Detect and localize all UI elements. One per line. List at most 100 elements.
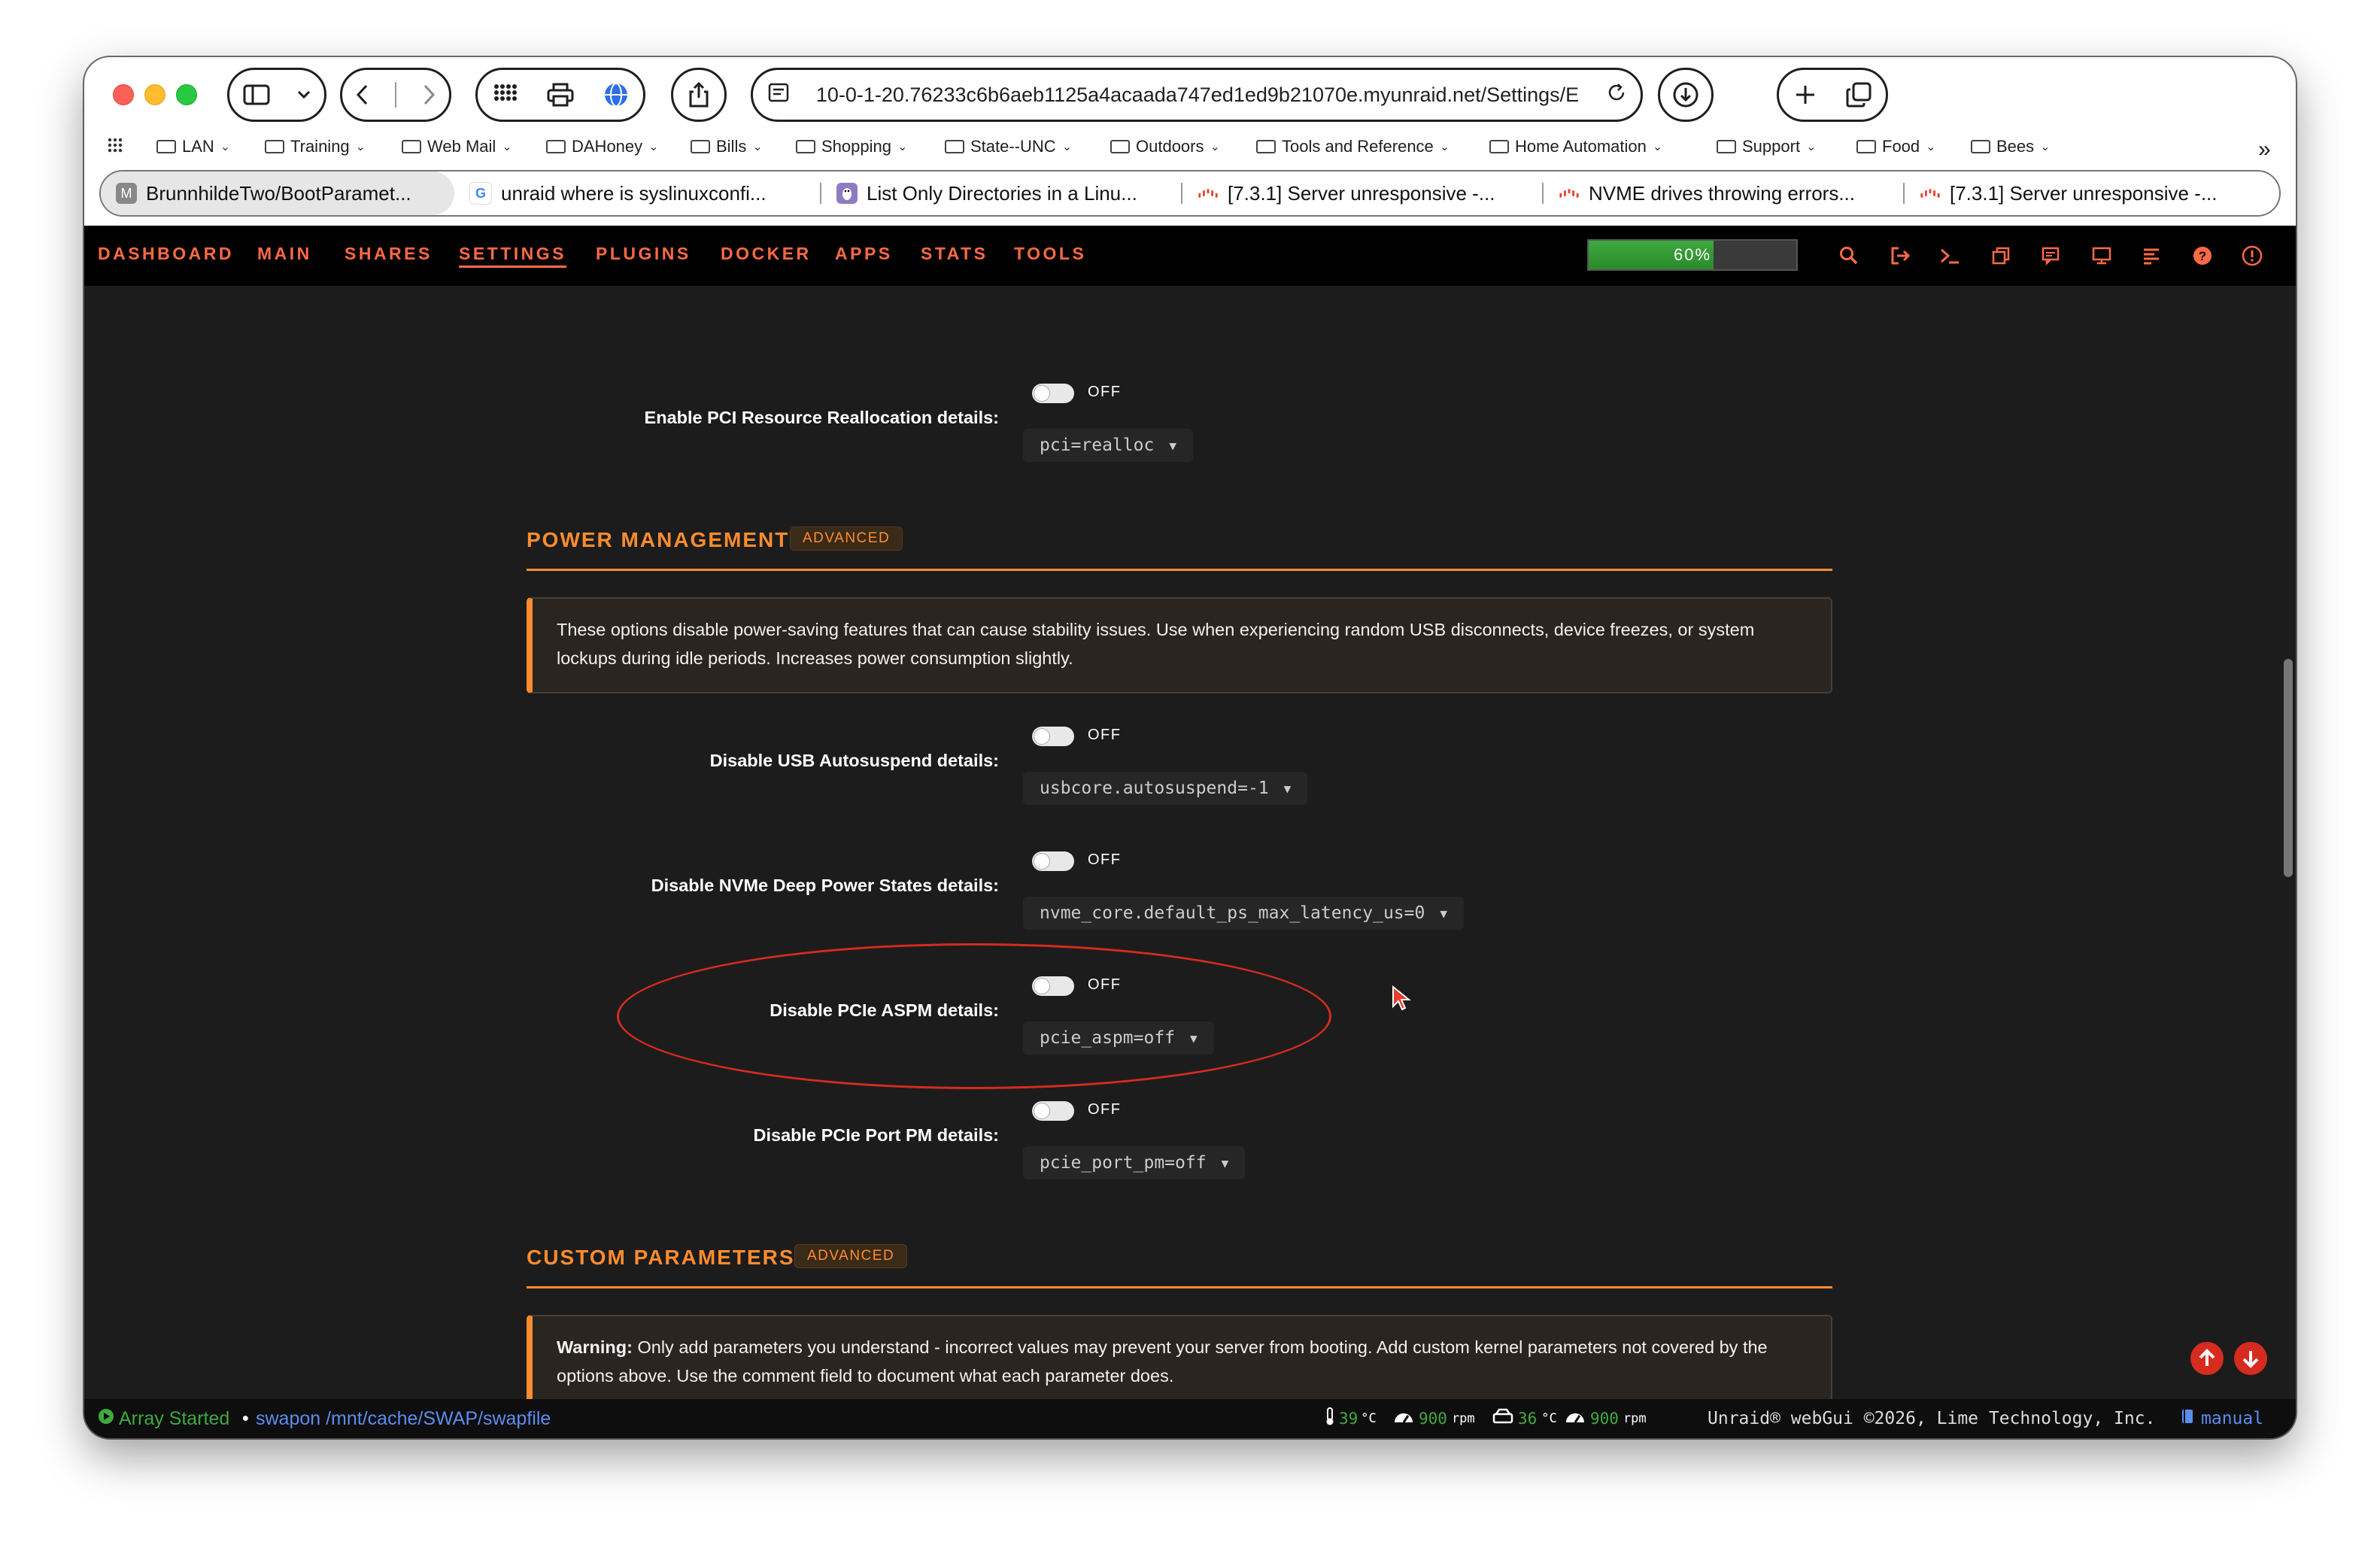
printer-icon[interactable] [547,83,574,107]
tab-title: [7.3.1] Server unresponsive -... [1228,181,1495,205]
chevron-down-icon[interactable] [296,90,311,100]
bookmark-folder[interactable]: Bees ⌄ [1971,137,2051,156]
tab[interactable]: [7.3.1] Server unresponsive -... [1905,171,2266,215]
more-bookmarks-icon[interactable]: » [2258,137,2271,162]
history-nav-group [340,68,451,122]
bookmark-folder[interactable]: Tools and Reference ⌄ [1256,137,1450,156]
monitor-icon[interactable] [2090,244,2114,268]
power-icon[interactable] [2240,244,2264,268]
fan2-value: 900 [1590,1410,1619,1428]
nav-plugins[interactable]: PLUGINS [596,244,691,264]
scroll-up-button[interactable] [2190,1342,2224,1375]
warning-text: Only add parameters you understand - inc… [557,1337,1768,1386]
reader-icon[interactable] [768,83,789,108]
address-bar[interactable]: 10-0-1-20.76233c6b6aeb1125a4acaada747ed1… [751,68,1643,122]
bookmark-folder[interactable]: Bills ⌄ [691,137,763,156]
log-icon[interactable] [2139,244,2163,268]
terminal-icon[interactable] [1938,244,1962,268]
bookmark-folder[interactable]: State--UNC ⌄ [945,137,1072,156]
bookmark-folder[interactable]: Home Automation ⌄ [1489,137,1662,156]
nav-shares[interactable]: SHARES [345,244,433,264]
plus-icon[interactable] [1794,83,1817,106]
nav-docker[interactable]: DOCKER [721,244,812,264]
book-icon [2180,1408,2195,1430]
pcie-port-pm-toggle[interactable] [1032,1101,1074,1121]
reload-icon[interactable] [1606,82,1627,108]
swap-status[interactable]: swapon /mnt/cache/SWAP/swapfile [256,1408,551,1430]
windows-icon[interactable] [1989,244,2013,268]
scrollbar-thumb[interactable] [2284,659,2293,877]
power-management-title: POWER MANAGEMENT [527,528,790,551]
sidebar-icon[interactable] [243,84,270,105]
logout-icon[interactable] [1888,244,1912,268]
close-window-button[interactable] [113,84,134,105]
chevron-down-icon: ⌄ [1806,141,1817,153]
globe-icon[interactable] [603,82,629,108]
tab[interactable]: M BrunnhildeTwo/BootParamet... [101,171,454,215]
tab-favicon: M [116,183,137,204]
nav-apps[interactable]: APPS [835,244,893,264]
forward-arrow-icon[interactable] [421,83,436,106]
thermometer-icon [1324,1407,1336,1431]
bookmark-label: LAN [182,137,214,156]
pcie-port-pm-select[interactable]: pcie_port_pm=off ▼ [1023,1146,1246,1179]
usb-autosuspend-label[interactable]: Disable USB Autosuspend details: [710,751,999,771]
nav-dashboard[interactable]: DASHBOARD [98,244,234,264]
zoom-window-button[interactable] [176,84,197,105]
bookmark-folder[interactable]: LAN ⌄ [156,137,230,156]
tab[interactable]: List Only Directories in a Linu... [821,171,1181,215]
nav-main[interactable]: MAIN [257,244,312,264]
chevron-down-icon: ⌄ [897,141,908,153]
pcie-port-pm-label[interactable]: Disable PCIe Port PM details: [754,1125,999,1146]
folder-icon [945,140,964,153]
back-arrow-icon[interactable] [355,83,370,106]
chevron-down-icon: ⌄ [1061,141,1073,153]
apps-grid-icon[interactable] [107,137,123,153]
nvme-power-states-select[interactable]: nvme_core.default_ps_max_latency_us=0 ▼ [1023,897,1464,930]
tab[interactable]: G unraid where is syslinuxconfi... [454,171,820,215]
tab-title: NVME drives throwing errors... [1589,181,1855,205]
downloads-group [1658,68,1714,122]
pci-realloc-select[interactable]: pci=realloc ▼ [1023,429,1193,462]
folder-icon [402,140,421,153]
advanced-badge: ADVANCED [790,527,903,551]
grid-icon[interactable] [492,82,518,108]
nav-settings[interactable]: SETTINGS [459,244,567,268]
url-text[interactable]: 10-0-1-20.76233c6b6aeb1125a4acaada747ed1… [789,83,1606,107]
nav-stats[interactable]: STATS [921,244,988,264]
browser-toolbar: 10-0-1-20.76233c6b6aeb1125a4acaada747ed1… [84,57,2296,226]
bookmark-folder[interactable]: DAHoney ⌄ [546,137,659,156]
search-icon[interactable] [1837,244,1861,268]
power-management-notice: These options disable power-saving featu… [527,597,1832,694]
usb-autosuspend-select[interactable]: usbcore.autosuspend=-1 ▼ [1023,772,1308,805]
bookmark-folder[interactable]: Support ⌄ [1717,137,1816,156]
bookmark-folder[interactable]: Food ⌄ [1856,137,1936,156]
usb-autosuspend-toggle[interactable] [1032,727,1074,746]
nvme-power-states-toggle[interactable] [1032,851,1074,871]
tab-title: unraid where is syslinuxconfi... [501,181,767,205]
cursor-icon [1392,985,1411,1016]
nvme-power-states-label[interactable]: Disable NVMe Deep Power States details: [651,876,999,896]
tab[interactable]: NVME drives throwing errors... [1544,171,1903,215]
scroll-down-button[interactable] [2234,1342,2267,1375]
bookmark-folder[interactable]: Outdoors ⌄ [1110,137,1220,156]
manual-link[interactable]: manual [2180,1408,2263,1430]
folder-icon [1856,140,1876,153]
download-icon[interactable] [1672,81,1699,108]
cpu-temp-value: 39 [1339,1410,1358,1428]
tab[interactable]: [7.3.1] Server unresponsive -... [1182,171,1542,215]
tab-actions-group [1777,68,1888,122]
bookmark-folder[interactable]: Web Mail ⌄ [402,137,512,156]
share-icon[interactable] [688,81,710,108]
bookmark-folder[interactable]: Training ⌄ [265,137,366,156]
help-icon[interactable]: ? [2190,244,2215,268]
nav-tools[interactable]: TOOLS [1014,244,1086,264]
pci-realloc-toggle[interactable] [1032,384,1074,403]
minimize-window-button[interactable] [144,84,165,105]
browser-window: 10-0-1-20.76233c6b6aeb1125a4acaada747ed1… [84,57,2296,1438]
tab-overview-icon[interactable] [1846,82,1872,108]
feedback-icon[interactable] [2038,244,2063,268]
google-icon: G [469,182,492,205]
pci-realloc-label[interactable]: Enable PCI Resource Reallocation details… [645,408,999,428]
bookmark-folder[interactable]: Shopping ⌄ [796,137,907,156]
